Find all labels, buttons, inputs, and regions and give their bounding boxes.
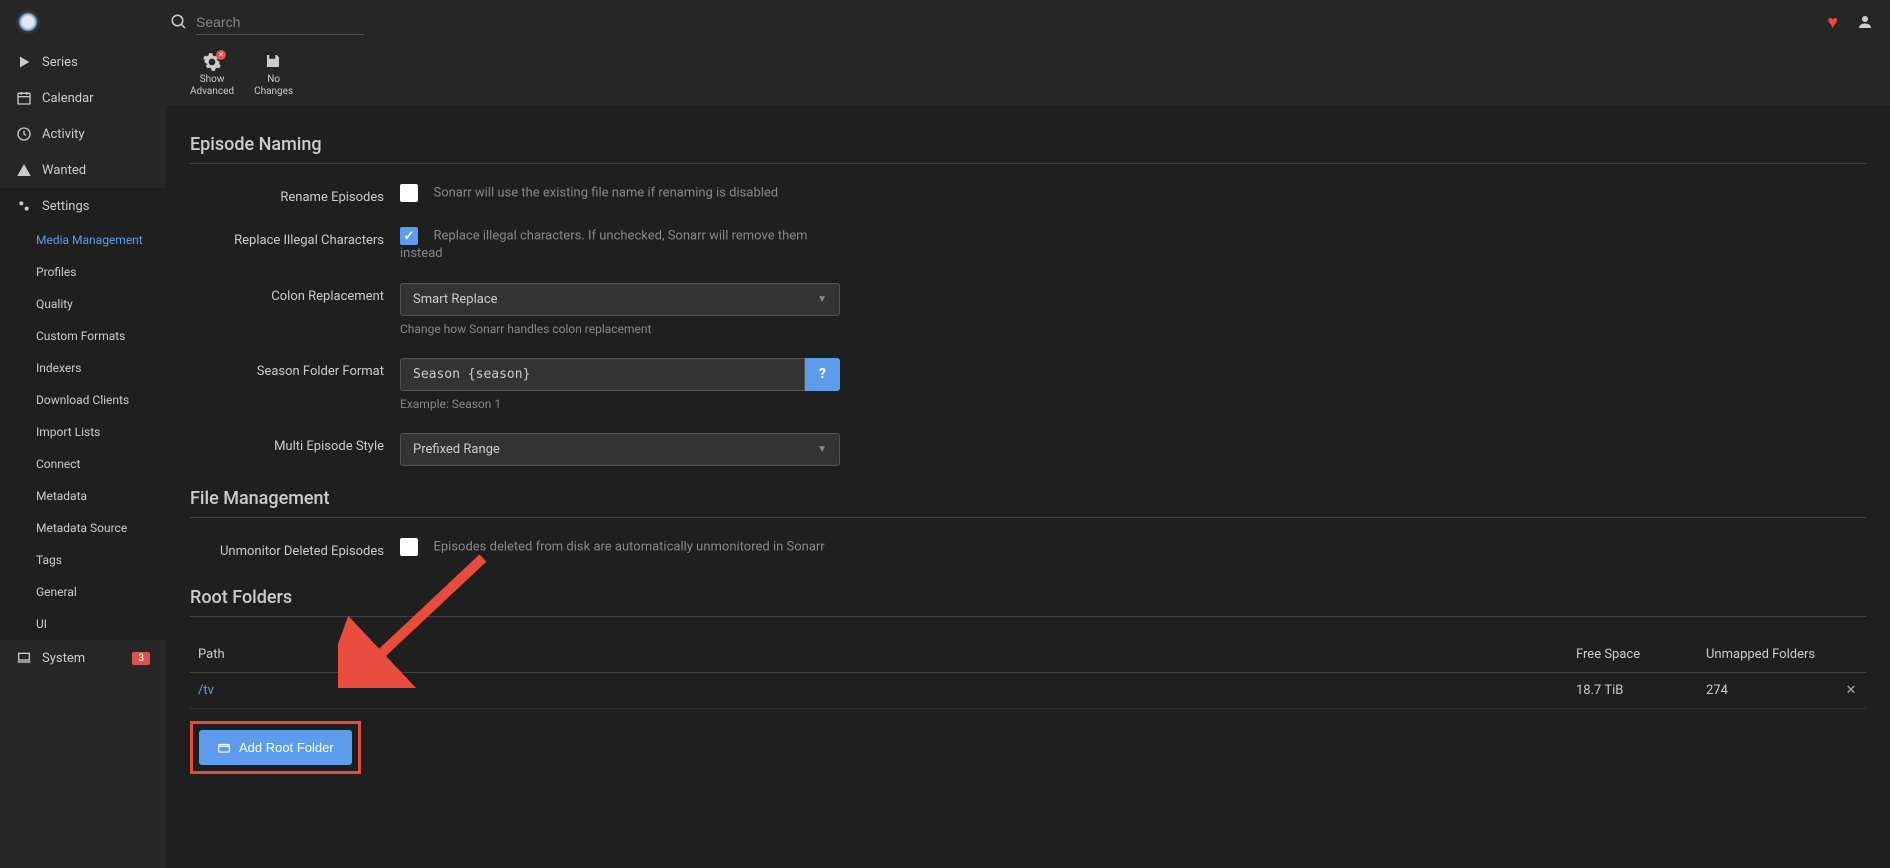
checkbox-unmonitor-deleted[interactable]	[400, 538, 418, 556]
label-colon-replacement: Colon Replacement	[190, 283, 400, 304]
sidebar-sub-custom-formats[interactable]: Custom Formats	[0, 320, 166, 352]
show-advanced-button[interactable]: ✕ Show Advanced	[190, 52, 234, 98]
label-unmonitor-deleted: Unmonitor Deleted Episodes	[190, 538, 400, 559]
play-icon	[16, 54, 32, 70]
label-replace-illegal: Replace Illegal Characters	[190, 227, 400, 248]
sidebar-label: Series	[42, 55, 78, 70]
clock-icon	[16, 126, 32, 142]
donate-icon[interactable]: ♥	[1827, 12, 1838, 33]
sidebar-label: Calendar	[42, 91, 94, 106]
sidebar-sub-indexers[interactable]: Indexers	[0, 352, 166, 384]
sidebar-label: Wanted	[42, 163, 86, 178]
sidebar-item-wanted[interactable]: Wanted	[0, 152, 166, 188]
column-header-path: Path	[190, 647, 1576, 662]
label-rename-episodes: Rename Episodes	[190, 184, 400, 205]
sidebar-sub-general[interactable]: General	[0, 576, 166, 608]
search-icon	[170, 13, 188, 31]
sidebar-sub-metadata-source[interactable]: Metadata Source	[0, 512, 166, 544]
sidebar-item-calendar[interactable]: Calendar	[0, 80, 166, 116]
sidebar-sub-profiles[interactable]: Profiles	[0, 256, 166, 288]
root-folders-table: Path Free Space Unmapped Folders /tv 18.…	[190, 637, 1866, 709]
label-season-folder-format: Season Folder Format	[190, 358, 400, 379]
sidebar-item-settings[interactable]: Settings	[0, 188, 166, 224]
help-text: Sonarr will use the existing file name i…	[433, 186, 778, 201]
caret-down-icon: ▼	[817, 444, 827, 455]
column-header-unmapped: Unmapped Folders	[1706, 647, 1836, 662]
help-text: Replace illegal characters. If unchecked…	[400, 229, 808, 261]
sidebar-label: Activity	[42, 127, 85, 142]
help-text: Episodes deleted from disk are automatic…	[433, 540, 824, 555]
section-title-root-folders: Root Folders	[190, 587, 1866, 617]
sidebar-sub-import-lists[interactable]: Import Lists	[0, 416, 166, 448]
section-title-episode-naming: Episode Naming	[190, 134, 1866, 164]
root-folder-free: 18.7 TiB	[1576, 683, 1706, 698]
select-colon-replacement[interactable]: Smart Replace ▼	[400, 283, 840, 316]
checkbox-replace-illegal[interactable]	[400, 227, 418, 245]
button-label: Add Root Folder	[239, 740, 334, 755]
sidebar-item-activity[interactable]: Activity	[0, 116, 166, 152]
search-input[interactable]	[196, 10, 364, 35]
sidebar-sub-quality[interactable]: Quality	[0, 288, 166, 320]
advanced-badge-icon: ✕	[216, 50, 226, 60]
toolbar-label: Show Advanced	[190, 74, 234, 98]
table-row: /tv 18.7 TiB 274 ✕	[190, 673, 1866, 709]
sidebar-item-series[interactable]: Series	[0, 44, 166, 80]
sidebar-item-system[interactable]: System 3	[0, 640, 166, 676]
caret-down-icon: ▼	[817, 294, 827, 305]
root-folder-unmapped: 274	[1706, 683, 1836, 698]
add-root-folder-button[interactable]: Add Root Folder	[199, 730, 352, 765]
checkbox-rename-episodes[interactable]	[400, 184, 418, 202]
sidebar-sub-media-management[interactable]: Media Management	[0, 224, 166, 256]
root-folder-path-link[interactable]: /tv	[198, 683, 214, 698]
user-icon[interactable]	[1856, 13, 1874, 31]
label-multi-episode-style: Multi Episode Style	[190, 433, 400, 454]
warning-icon	[16, 162, 32, 178]
hint-text: Example: Season 1	[400, 397, 840, 411]
sidebar-label: Settings	[42, 199, 89, 214]
help-button[interactable]: ?	[805, 358, 840, 391]
sidebar-sub-tags[interactable]: Tags	[0, 544, 166, 576]
select-multi-episode-style[interactable]: Prefixed Range ▼	[400, 433, 840, 466]
system-badge: 3	[132, 652, 150, 665]
delete-root-folder-button[interactable]: ✕	[1836, 683, 1866, 698]
select-value: Smart Replace	[413, 292, 498, 307]
save-changes-button[interactable]: No Changes	[254, 52, 293, 98]
sidebar-label: System	[42, 651, 85, 666]
sidebar-sub-download-clients[interactable]: Download Clients	[0, 384, 166, 416]
laptop-icon	[16, 650, 32, 666]
input-season-folder-format[interactable]	[400, 358, 805, 391]
column-header-free-space: Free Space	[1576, 647, 1706, 662]
sidebar-sub-metadata[interactable]: Metadata	[0, 480, 166, 512]
select-value: Prefixed Range	[413, 442, 500, 457]
sidebar-sub-ui[interactable]: UI	[0, 608, 166, 640]
annotation-highlight: Add Root Folder	[190, 721, 361, 774]
toolbar-label: No Changes	[254, 74, 293, 98]
section-title-file-management: File Management	[190, 488, 1866, 518]
calendar-icon	[16, 90, 32, 106]
folder-icon	[217, 741, 231, 755]
app-logo[interactable]	[16, 10, 40, 34]
save-icon	[264, 52, 282, 70]
sidebar-sub-connect[interactable]: Connect	[0, 448, 166, 480]
gears-icon	[16, 198, 32, 214]
hint-text: Change how Sonarr handles colon replacem…	[400, 322, 840, 336]
sidebar: Series Calendar Activity Wanted Settings…	[0, 44, 166, 868]
